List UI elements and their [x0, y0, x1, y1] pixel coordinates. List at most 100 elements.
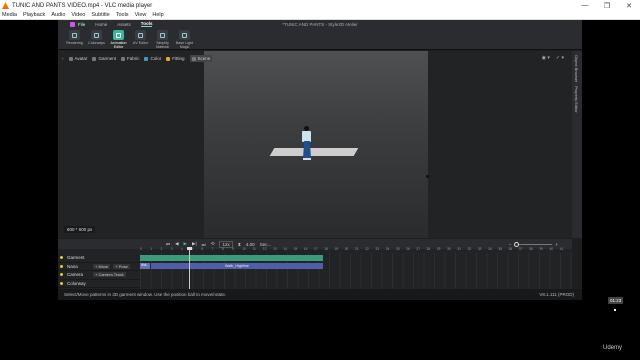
fitting-view-toggle[interactable]: Fitting	[166, 56, 185, 61]
add-camera-track-button[interactable]: + Camera Track	[93, 272, 126, 278]
status-bar: Select/Move patterns in 3D garment windo…	[58, 289, 582, 300]
garment-label: Garment	[98, 56, 116, 61]
chevron-right-icon[interactable]: ›	[62, 56, 64, 61]
simplify-material-button[interactable]: Simplify Material	[152, 28, 173, 49]
add-pose-button[interactable]: + Pose	[113, 263, 130, 269]
timeline-playhead[interactable]	[187, 247, 192, 289]
display-mode-dropdown[interactable]: ◉ ▾	[542, 55, 550, 61]
ruler-tick-label: 17	[314, 247, 318, 251]
garment-clip[interactable]	[140, 255, 323, 261]
ruler-tick-label: 39	[539, 247, 543, 251]
uv-editor-icon	[135, 30, 146, 40]
track-camera-bullet	[60, 273, 63, 277]
skip-start-icon[interactable]: ⏮	[166, 242, 170, 247]
right-side-panel: Object Browser Property Editor	[572, 51, 582, 238]
check-dropdown[interactable]: ✓ ▾	[556, 55, 564, 61]
garment-icon	[92, 56, 97, 61]
ruler-tick-label: 35	[498, 247, 502, 251]
colorways-icon	[91, 30, 102, 40]
menu-media[interactable]: Media	[2, 12, 17, 18]
fabric-label: Fabric	[126, 56, 140, 61]
rendering-button[interactable]: Rendering	[64, 28, 85, 49]
maximize-button[interactable]: ❐	[596, 2, 618, 10]
render-size-badge: 600 * 600 px	[64, 226, 96, 233]
timeline-ruler[interactable]: 0 1 2 3 4 5 6 7 8 9 10 11 12 13 14 15 16 17 18 19 20 21 22 23 24…	[140, 247, 572, 253]
ruler-tick-label: 7	[211, 247, 214, 251]
3d-viewport[interactable]: › Avatar Garment Fabric Color Fitting Sc…	[58, 51, 572, 238]
uv-editor-label: UV Editor	[132, 41, 149, 45]
avatar-icon	[68, 56, 73, 61]
track-colorway[interactable]: Colorway	[58, 280, 140, 289]
timeline-tracks: 0 1 2 3 4 5 6 7 8 9 10 11 12 13 14 15 16 17 18 19 20 21 22 23 24…	[58, 247, 572, 289]
simplify-material-label: Simplify Material	[156, 41, 169, 49]
tab-tools[interactable]: Tools	[140, 21, 153, 27]
ruler-tick-label: 30	[447, 247, 451, 251]
vlc-title-bar: TUNIC AND PANTS VIDEO.mp4 - VLC media pl…	[0, 0, 640, 11]
3d-scene[interactable]	[204, 51, 428, 238]
base-light-magic-button[interactable]: Base Light Magic	[174, 28, 195, 49]
menu-view[interactable]: View	[135, 12, 147, 18]
track-camera-label: Camera	[67, 272, 84, 278]
track-garment[interactable]: Garment	[58, 254, 140, 263]
zoom-slider[interactable]	[514, 241, 553, 247]
garment-view-toggle[interactable]: Garment	[92, 56, 116, 61]
zoom-out-icon[interactable]: −	[509, 242, 512, 247]
minimize-button[interactable]: —	[574, 2, 596, 10]
track-camera[interactable]: Camera + Camera Track	[58, 271, 140, 280]
colorways-button[interactable]: Colorways	[86, 28, 107, 49]
version-label: V8.1.111 (PROD)	[539, 292, 574, 297]
walk-highline-clip[interactable]: Walk_Highline	[151, 263, 323, 269]
ruler-tick-label: 4	[180, 247, 183, 251]
fabric-view-toggle[interactable]: Fabric	[120, 56, 140, 61]
ruler-tick-label: 19	[334, 247, 339, 251]
ruler-tick-label: 23	[375, 247, 380, 251]
avatar-view-toggle[interactable]: Avatar	[68, 56, 87, 61]
menu-video[interactable]: Video	[71, 12, 85, 18]
time-unit-select[interactable]: Sec...	[260, 242, 272, 247]
zoom-in-icon[interactable]: +	[555, 242, 558, 247]
track-nana[interactable]: Nana + Move + Pose	[58, 263, 140, 272]
animation-editor-icon	[113, 30, 124, 40]
time-field[interactable]: 4.00	[246, 242, 255, 247]
ruler-tick-label: 10	[242, 247, 246, 251]
tab-assets[interactable]: Assets	[117, 22, 131, 27]
color-view-toggle[interactable]: Color	[144, 56, 161, 61]
menu-help[interactable]: Help	[152, 12, 163, 18]
add-move-button[interactable]: + Move	[93, 263, 111, 269]
object-browser-tab[interactable]: Object Browser	[574, 55, 579, 82]
menu-tools[interactable]: Tools	[116, 12, 129, 18]
ruler-tick-label: 21	[355, 247, 359, 251]
skip-end-icon[interactable]: ⏭	[202, 242, 206, 247]
tab-home[interactable]: Home	[95, 22, 107, 27]
avatar-model[interactable]	[300, 126, 314, 162]
rendering-icon	[69, 30, 80, 40]
track-list: Garment Nana + Move + Pose Camera + Camera …	[58, 249, 140, 289]
animation-editor-button[interactable]: Animation Editor	[108, 28, 129, 49]
close-button[interactable]: ✕	[618, 2, 640, 10]
scene-view-toggle[interactable]: Scene	[189, 55, 213, 62]
menu-audio[interactable]: Audio	[51, 12, 65, 18]
zoom-slider-knob[interactable]	[514, 241, 520, 247]
ruler-tick-label: 36	[508, 247, 513, 251]
ruler-tick-label: 6	[201, 247, 204, 251]
walk-clip-start[interactable]: Wal...	[140, 263, 150, 269]
color-label: Color	[150, 56, 162, 61]
track-colorway-label: Colorway	[67, 281, 86, 287]
menu-subtitle[interactable]: Subtitle	[91, 12, 109, 18]
avatar-feet	[303, 158, 311, 160]
ruler-tick-label: 32	[467, 247, 472, 251]
vlc-cone-icon	[2, 2, 9, 9]
file-menu[interactable]: File	[70, 21, 85, 27]
pants-garment	[303, 141, 311, 158]
tunic-garment	[302, 131, 311, 142]
viewport-toolbar: › Avatar Garment Fabric Color Fitting Sc…	[62, 55, 217, 62]
ruler-tick-label: 31	[457, 247, 461, 251]
ruler-tick-label: 34	[488, 247, 492, 251]
uv-editor-button[interactable]: UV Editor	[130, 28, 151, 49]
ruler-tick-label: 2	[160, 247, 163, 251]
fitting-label: Fitting	[172, 56, 185, 61]
track-nana-label: Nana	[67, 263, 78, 269]
property-editor-tab[interactable]: Property Editor	[574, 86, 579, 113]
hourglass-icon: ⧗	[237, 241, 241, 247]
menu-playback[interactable]: Playback	[23, 12, 45, 18]
